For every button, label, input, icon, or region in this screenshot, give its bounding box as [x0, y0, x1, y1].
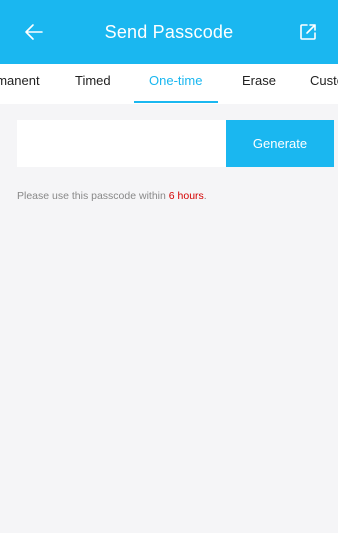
page-title: Send Passcode [104, 21, 234, 42]
tab-permanent[interactable]: Permanent [0, 64, 40, 104]
active-tab-indicator [134, 101, 218, 103]
app-bar: Send Passcode [0, 0, 338, 64]
tab-one-time[interactable]: One-time [149, 64, 202, 104]
tab-timed[interactable]: Timed [75, 64, 111, 104]
generate-button[interactable]: Generate [226, 120, 334, 167]
passcode-field[interactable] [17, 120, 226, 167]
tab-erase[interactable]: Erase [242, 64, 276, 104]
validity-hint: Please use this passcode within 6 hours. [17, 190, 207, 202]
external-link-icon[interactable] [298, 22, 318, 42]
passcode-row: Generate [17, 120, 334, 167]
arrow-left-icon[interactable] [22, 20, 46, 44]
hint-duration: 6 hours [168, 190, 204, 202]
tab-bar: Permanent Timed One-time Erase Custom [0, 64, 338, 104]
tab-custom[interactable]: Custom [310, 64, 338, 104]
hint-prefix: Please use this passcode within [17, 190, 169, 202]
hint-suffix: . [203, 190, 207, 202]
